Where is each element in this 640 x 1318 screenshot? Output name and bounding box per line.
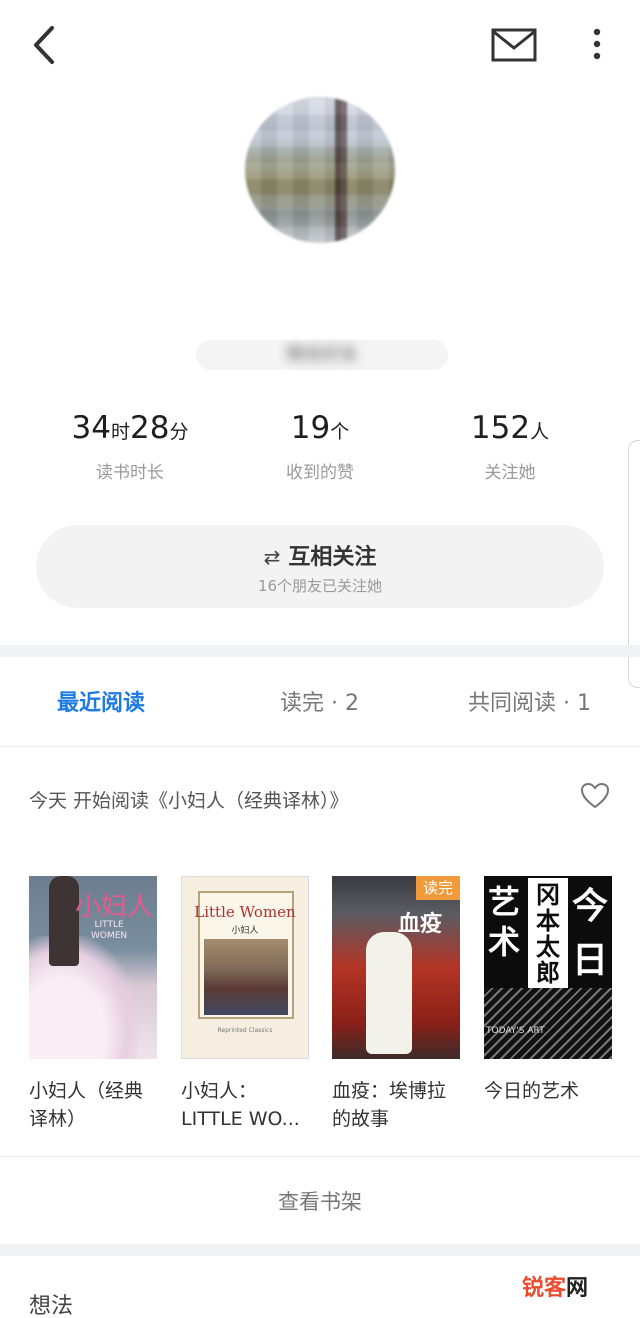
watermark-logo: 锐客网 xyxy=(522,1270,588,1302)
username xyxy=(250,276,390,316)
stat-reading-time[interactable]: 34时28分 读书时长 xyxy=(35,408,225,483)
tab-common-reading[interactable]: 共同阅读 · 1 xyxy=(468,685,591,717)
cover-art xyxy=(484,988,612,1059)
book-title: 血疫：埃博拉 的故事 xyxy=(332,1080,447,1130)
follow-main: ⇄ 互相关注 xyxy=(36,539,604,570)
mutual-follow-button[interactable]: ⇄ 互相关注 16个朋友已关注她 xyxy=(36,525,604,608)
view-bookshelf-link[interactable]: 查看书架 xyxy=(0,1186,640,1216)
stat-label: 关注她 xyxy=(484,463,536,483)
tab-finished[interactable]: 读完 · 2 xyxy=(280,685,359,717)
book-title: 今日的艺术 xyxy=(484,1080,580,1102)
cover-subtitle: 小妇人 xyxy=(231,926,259,936)
divider xyxy=(0,1156,640,1157)
cover-author: 冈本太郎 xyxy=(528,878,568,988)
book-cover: 血疫 读完 xyxy=(332,876,460,1059)
watermark-text: 锐客 xyxy=(522,1276,567,1301)
cover-art xyxy=(204,939,288,1015)
stat-label: 读书时长 xyxy=(96,463,164,483)
stat-value: 34时28分 xyxy=(35,408,225,448)
stat-number: 34 xyxy=(71,410,111,446)
top-bar xyxy=(0,0,640,90)
stat-unit: 个 xyxy=(330,421,350,443)
stat-value: 152人 xyxy=(415,408,605,448)
stat-likes[interactable]: 19个 收到的赞 xyxy=(225,408,415,483)
follow-subtext: 16个朋友已关注她 xyxy=(257,577,383,595)
stat-followers[interactable]: 152人 关注她 xyxy=(415,408,605,483)
ideas-section-title: 想法 xyxy=(29,1294,74,1318)
stat-value: 19个 xyxy=(225,408,415,448)
stat-unit: 人 xyxy=(530,421,550,443)
book-title: 小妇人： LITTLE WO... xyxy=(181,1080,300,1130)
avatar[interactable] xyxy=(245,97,395,243)
swap-arrows-icon: ⇄ xyxy=(263,545,281,569)
book-card[interactable]: 血疫 读完 血疫：埃博拉 的故事 xyxy=(332,876,460,1133)
stat-unit: 分 xyxy=(169,421,189,443)
cover-title: 艺术 xyxy=(488,883,521,961)
book-cover: Little Women 小妇人 Reprinted Classics xyxy=(181,876,309,1059)
tab-recent-reading[interactable]: 最近阅读 xyxy=(57,685,145,717)
section-separator xyxy=(0,645,640,657)
stat-label: 收到的赞 xyxy=(286,463,354,483)
friend-source-badge[interactable]: 微信好友 xyxy=(196,340,448,370)
cover-footer: Reprinted Classics xyxy=(217,1027,273,1034)
activity-text: 今天 开始阅读《小妇人（经典译林）》 xyxy=(29,790,349,812)
book-card[interactable]: 小妇人 LITTLE WOMEN 小妇人（经典 译林） xyxy=(29,876,157,1133)
book-cover: 小妇人 LITTLE WOMEN xyxy=(29,876,157,1059)
more-vertical-icon[interactable] xyxy=(584,24,610,64)
reading-tabs: 最近阅读 读完 · 2 共同阅读 · 1 xyxy=(0,657,640,747)
watermark-text: 网 xyxy=(566,1276,589,1301)
cover-subtitle: TODAY'S ART xyxy=(486,1026,545,1036)
book-card[interactable]: Little Women 小妇人 Reprinted Classics 小妇人：… xyxy=(181,876,309,1133)
book-card[interactable]: 艺术 冈本太郎 今日的 TODAY'S ART 今日的艺术 xyxy=(484,876,612,1105)
book-cover: 艺术 冈本太郎 今日的 TODAY'S ART xyxy=(484,876,612,1059)
cover-title: 小妇人 xyxy=(75,892,154,922)
cover-title: Little Women xyxy=(194,903,296,921)
back-arrow-icon[interactable] xyxy=(26,22,66,68)
finished-badge: 读完 xyxy=(416,876,460,900)
stat-number: 19 xyxy=(290,410,331,446)
mail-icon[interactable] xyxy=(490,26,538,64)
stat-number: 28 xyxy=(130,410,170,446)
cover-art xyxy=(366,932,412,1054)
friend-source-text: 微信好友 xyxy=(286,344,358,365)
cover-subtitle: LITTLE WOMEN xyxy=(91,920,128,941)
stat-unit: 时 xyxy=(110,421,130,443)
book-title: 小妇人（经典 译林） xyxy=(29,1080,144,1130)
cover-title: 血疫 xyxy=(397,912,442,937)
stat-number: 152 xyxy=(470,410,531,446)
cover-art xyxy=(29,936,139,1059)
heart-outline-icon[interactable] xyxy=(580,782,610,810)
follow-label: 互相关注 xyxy=(288,545,377,570)
section-separator xyxy=(0,1244,640,1256)
